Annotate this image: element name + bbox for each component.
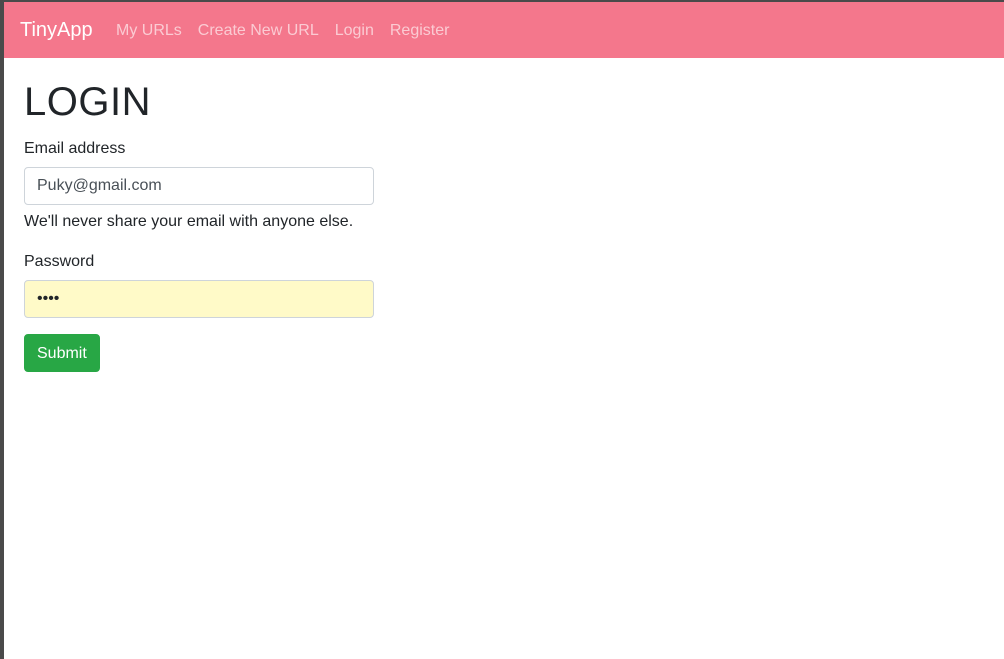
nav-link-register[interactable]: Register — [390, 21, 450, 41]
nav-link-login[interactable]: Login — [335, 21, 374, 41]
navbar: TinyApp My URLs Create New URL Login Reg… — [4, 2, 1004, 58]
nav-link-create-new-url[interactable]: Create New URL — [198, 21, 319, 41]
nav-link-my-urls[interactable]: My URLs — [116, 21, 182, 41]
password-field[interactable] — [24, 280, 374, 318]
login-form: LOGIN Email address We'll never share yo… — [24, 78, 374, 372]
nav-links: My URLs Create New URL Login Register — [116, 21, 465, 41]
submit-button[interactable]: Submit — [24, 334, 100, 372]
password-group: Password — [24, 252, 374, 318]
email-help-text: We'll never share your email with anyone… — [24, 213, 354, 230]
page-title: LOGIN — [24, 80, 151, 124]
email-field[interactable] — [24, 167, 374, 205]
password-label: Password — [24, 253, 95, 270]
window-edge — [0, 0, 4, 659]
brand-link[interactable]: TinyApp — [20, 18, 93, 42]
email-label: Email address — [24, 140, 126, 157]
